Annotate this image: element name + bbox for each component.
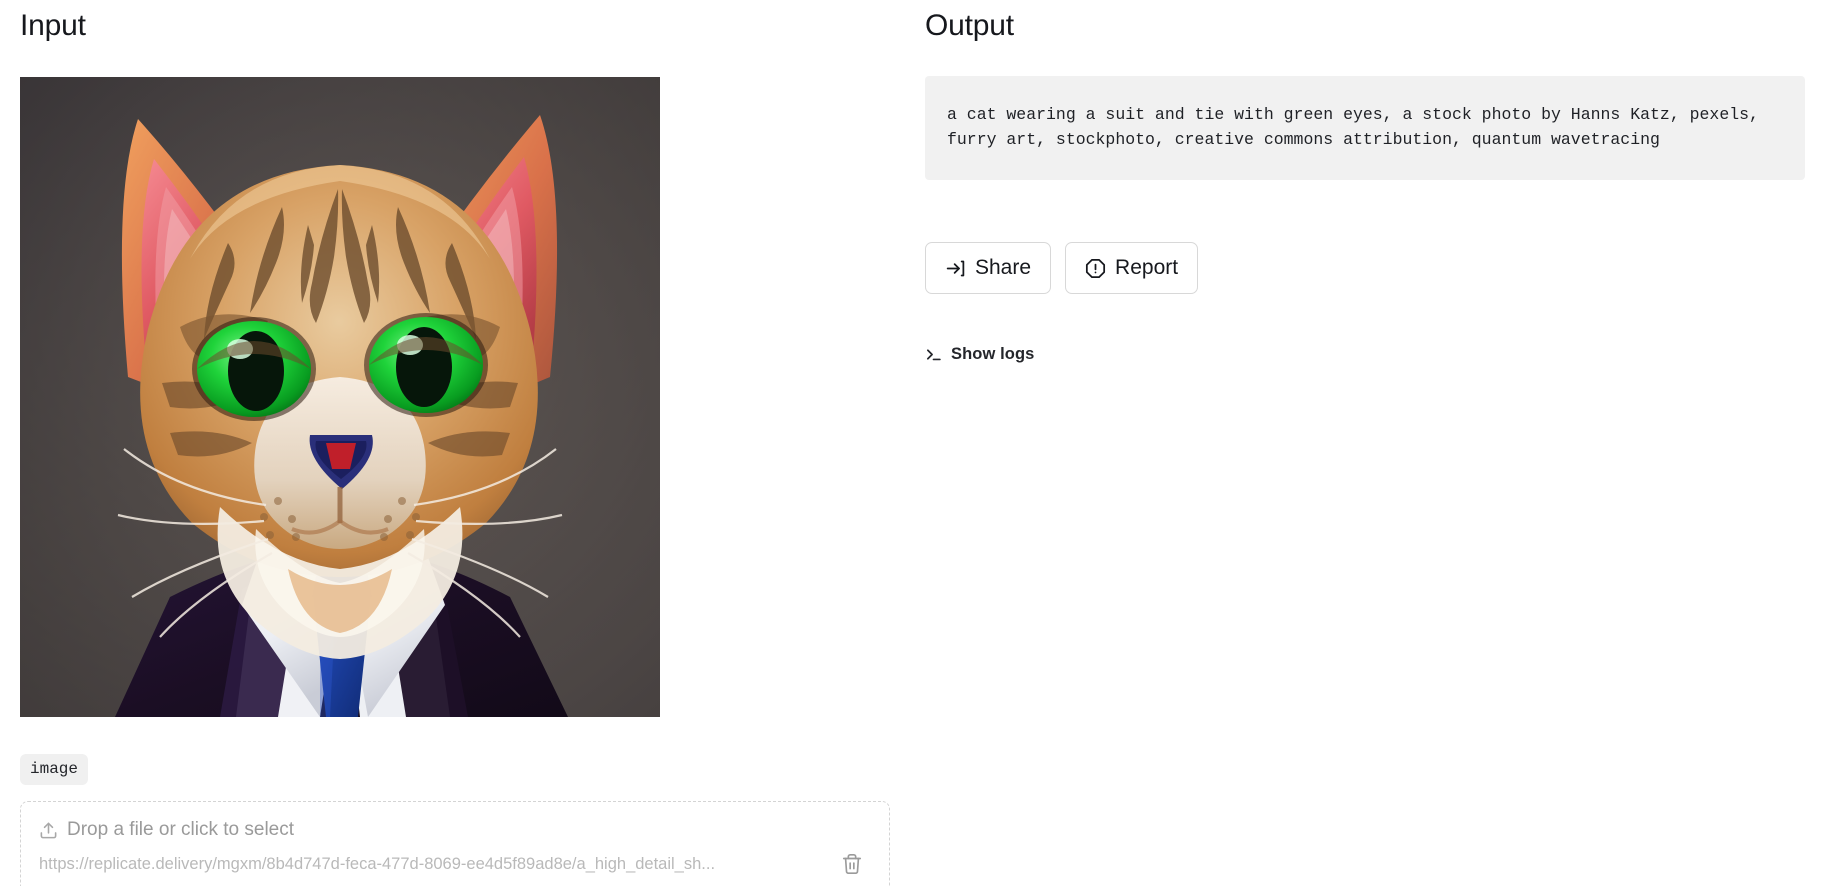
upload-icon bbox=[39, 821, 58, 840]
trash-icon[interactable] bbox=[841, 853, 863, 875]
file-dropzone[interactable]: Drop a file or click to select https://r… bbox=[20, 801, 890, 886]
selected-file-url: https://replicate.delivery/mgxm/8b4d747d… bbox=[39, 855, 716, 873]
page-root: Input image Drop a file or click to sele… bbox=[0, 0, 1826, 886]
report-button-label: Report bbox=[1115, 256, 1179, 279]
share-button-label: Share bbox=[975, 256, 1032, 279]
report-button[interactable]: Report bbox=[1065, 242, 1199, 294]
cat-eye-right bbox=[364, 313, 488, 417]
output-action-buttons: Share Report bbox=[925, 242, 1199, 294]
input-section-title: Input bbox=[20, 9, 86, 42]
output-column: Output a cat wearing a suit and tie with… bbox=[925, 0, 1805, 363]
show-logs-toggle[interactable]: Show logs bbox=[925, 345, 1034, 364]
dropzone-prompt-label: Drop a file or click to select bbox=[67, 819, 295, 840]
input-field-type-chip: image bbox=[20, 754, 89, 785]
output-result-text: a cat wearing a suit and tie with green … bbox=[947, 105, 1769, 149]
show-logs-label: Show logs bbox=[951, 345, 1035, 363]
share-arrow-icon bbox=[945, 258, 966, 279]
cat-portrait-illustration bbox=[20, 77, 660, 717]
cat-eye-left bbox=[192, 317, 316, 421]
share-button[interactable]: Share bbox=[925, 242, 1052, 294]
alert-octagon-icon bbox=[1085, 258, 1106, 279]
output-section-title: Output bbox=[925, 9, 1014, 42]
output-result-panel: a cat wearing a suit and tie with green … bbox=[925, 76, 1805, 180]
input-image-preview[interactable] bbox=[20, 77, 660, 717]
terminal-prompt-icon bbox=[925, 346, 942, 363]
input-column: Input image Drop a file or click to sele… bbox=[20, 0, 900, 886]
input-field-label-row: image bbox=[20, 754, 89, 785]
dropzone-selected-file-row: https://replicate.delivery/mgxm/8b4d747d… bbox=[39, 853, 871, 875]
dropzone-prompt-row: Drop a file or click to select bbox=[39, 818, 871, 842]
